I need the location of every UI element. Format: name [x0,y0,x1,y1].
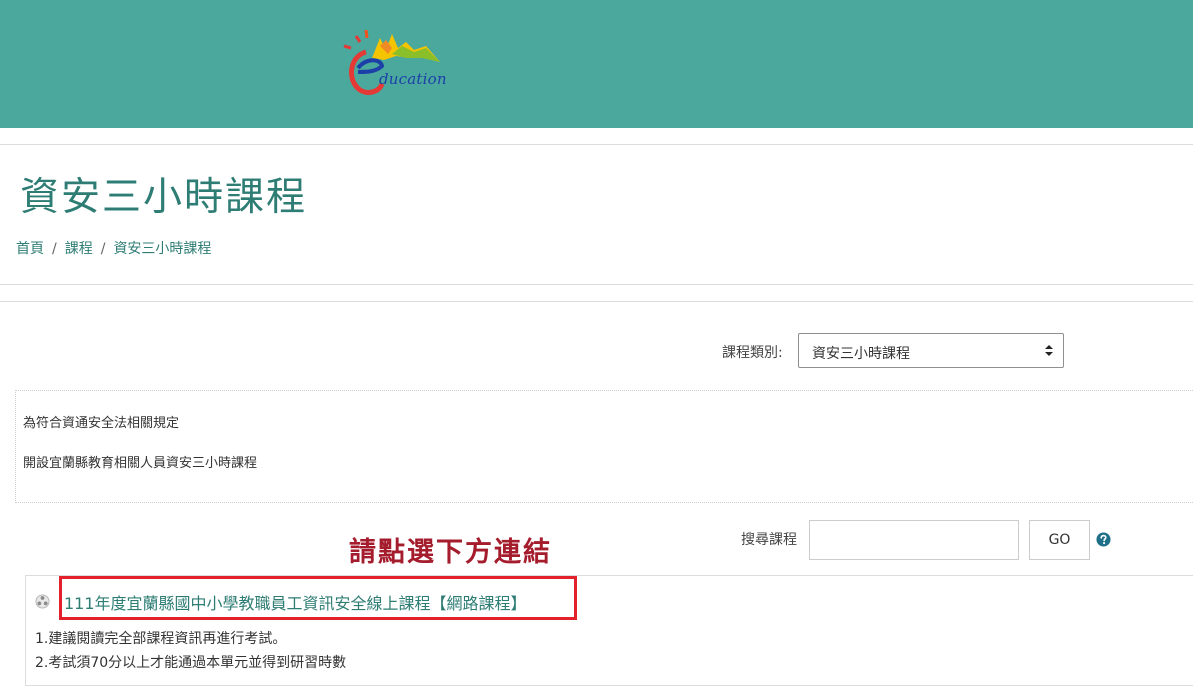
search-label: 搜尋課程 [741,532,797,548]
education-logo-icon [343,29,440,95]
logo-text: ducation [379,70,447,88]
category-description: 為符合資通安全法相關規定 開設宜蘭縣教育相關人員資安三小時課程 [15,390,1193,503]
page-title: 資安三小時課程 [20,175,308,220]
breadcrumb-current[interactable]: 資安三小時課程 [113,241,211,257]
description-line: 為符合資通安全法相關規定 [23,416,180,431]
breadcrumb: 首頁 / 課程 / 資安三小時課程 [16,238,211,258]
education-logo[interactable] [336,28,466,108]
category-label: 課程類別: [722,345,783,361]
course-note: 1.建議閱讀完全部課程資訊再進行考試。 [35,631,287,647]
breadcrumb-separator: / [100,241,106,257]
category-select[interactable]: 資安三小時課程 [798,333,1064,368]
course-note: 2.考試須70分以上才能通過本單元並得到研習時數 [35,655,347,671]
divider [0,144,1193,145]
category-select-value: 資安三小時課程 [812,346,910,362]
breadcrumb-home[interactable]: 首頁 [16,241,44,257]
divider [0,284,1193,285]
divider [0,301,1193,302]
chevron-up-down-icon [1045,345,1053,356]
site-header: ducation [0,0,1193,128]
go-button[interactable]: GO [1029,520,1090,560]
course-category-icon [35,594,50,609]
description-line: 開設宜蘭縣教育相關人員資安三小時課程 [23,456,258,471]
course-link[interactable]: 111年度宜蘭縣國中小學教職員工資訊安全線上課程【網路課程】 [64,590,527,614]
breadcrumb-separator: / [52,241,57,257]
question-circle-icon[interactable] [1096,532,1111,547]
click-hint: 請點選下方連結 [349,537,552,568]
breadcrumb-courses[interactable]: 課程 [65,241,93,257]
search-input[interactable] [809,520,1019,560]
